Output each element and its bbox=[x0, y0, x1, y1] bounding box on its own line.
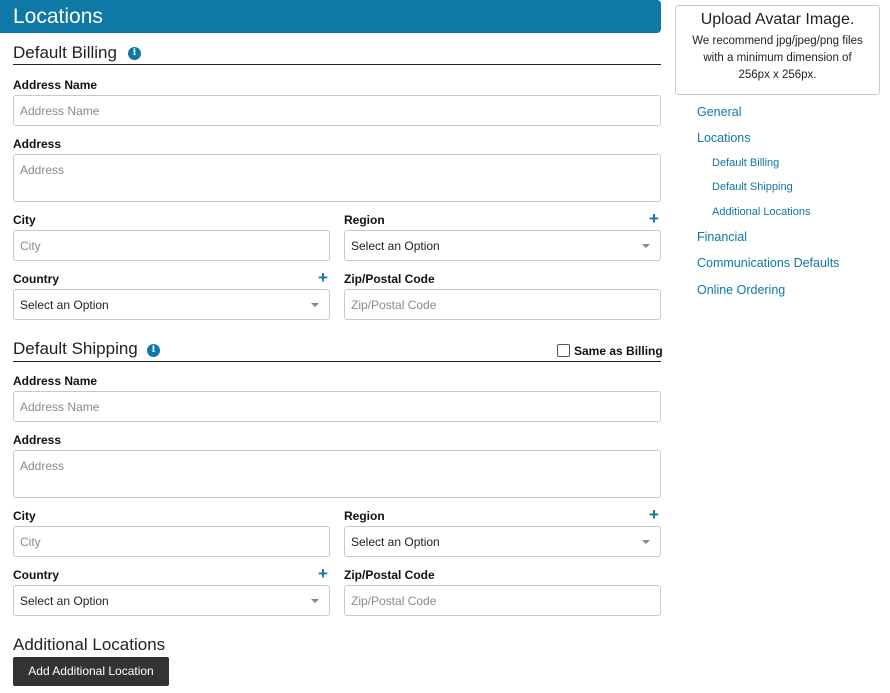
billing-address-name-input[interactable]: Address Name bbox=[13, 95, 661, 126]
shipping-city-placeholder: City bbox=[20, 535, 41, 549]
billing-address-name-placeholder: Address Name bbox=[20, 104, 100, 118]
same-as-billing-label[interactable]: Same as Billing bbox=[574, 344, 663, 358]
chevron-down-icon bbox=[311, 303, 319, 307]
nav-default-shipping[interactable]: Default Shipping bbox=[712, 181, 793, 194]
billing-zip-input[interactable]: Zip/Postal Code bbox=[344, 289, 661, 320]
shipping-country-value: Select an Option bbox=[20, 594, 109, 608]
shipping-zip-input[interactable]: Zip/Postal Code bbox=[344, 585, 661, 616]
nav-online-ordering[interactable]: Online Ordering bbox=[697, 283, 785, 298]
nav-default-billing[interactable]: Default Billing bbox=[712, 157, 779, 170]
shipping-zip-label: Zip/Postal Code bbox=[344, 568, 435, 582]
avatar-upload-description: We recommend jpg/jpeg/png files with a m… bbox=[692, 35, 863, 81]
nav-financial[interactable]: Financial bbox=[697, 230, 747, 245]
shipping-address-placeholder: Address bbox=[20, 459, 65, 473]
nav-general[interactable]: General bbox=[697, 105, 741, 120]
billing-region-label: Region bbox=[344, 213, 385, 227]
shipping-address-name-input[interactable]: Address Name bbox=[13, 391, 661, 422]
shipping-zip-placeholder: Zip/Postal Code bbox=[351, 594, 437, 608]
additional-locations-title: Additional Locations bbox=[13, 635, 166, 654]
add-country-plus-icon[interactable]: + bbox=[318, 269, 328, 286]
billing-section-title: Default Billing bbox=[13, 43, 117, 62]
add-additional-location-button[interactable]: Add Additional Location bbox=[13, 657, 169, 686]
nav-locations[interactable]: Locations bbox=[697, 131, 751, 146]
avatar-upload-dropzone[interactable]: Upload Avatar Image. We recommend jpg/jp… bbox=[675, 5, 880, 95]
info-icon[interactable]: i bbox=[147, 344, 160, 357]
add-region-plus-icon[interactable]: + bbox=[649, 210, 659, 227]
billing-address-label: Address bbox=[13, 137, 62, 151]
locations-banner: Locations bbox=[0, 0, 661, 33]
billing-country-label: Country bbox=[13, 272, 59, 286]
chevron-down-icon bbox=[311, 599, 319, 603]
billing-country-select[interactable]: Select an Option bbox=[13, 289, 330, 320]
same-as-billing-checkbox[interactable] bbox=[557, 344, 570, 357]
billing-zip-label: Zip/Postal Code bbox=[344, 272, 435, 286]
shipping-divider bbox=[13, 361, 661, 362]
info-icon[interactable]: i bbox=[128, 47, 141, 60]
shipping-city-input[interactable]: City bbox=[13, 526, 330, 557]
billing-address-name-label: Address Name bbox=[13, 78, 98, 92]
shipping-address-name-label: Address Name bbox=[13, 374, 98, 388]
billing-region-value: Select an Option bbox=[351, 239, 440, 253]
shipping-address-name-placeholder: Address Name bbox=[20, 400, 100, 414]
billing-region-select[interactable]: Select an Option bbox=[344, 230, 661, 261]
billing-address-placeholder: Address bbox=[20, 163, 65, 177]
shipping-country-label: Country bbox=[13, 568, 59, 582]
chevron-down-icon bbox=[642, 540, 650, 544]
shipping-address-label: Address bbox=[13, 433, 62, 447]
shipping-region-select[interactable]: Select an Option bbox=[344, 526, 661, 557]
page-title: Locations bbox=[13, 5, 103, 28]
billing-country-value: Select an Option bbox=[20, 298, 109, 312]
nav-additional-locations[interactable]: Additional Locations bbox=[712, 206, 810, 219]
billing-city-input[interactable]: City bbox=[13, 230, 330, 261]
add-region-plus-icon[interactable]: + bbox=[649, 506, 659, 523]
billing-zip-placeholder: Zip/Postal Code bbox=[351, 298, 437, 312]
billing-city-placeholder: City bbox=[20, 239, 41, 253]
billing-address-textarea[interactable]: Address bbox=[13, 154, 661, 202]
shipping-country-select[interactable]: Select an Option bbox=[13, 585, 330, 616]
billing-city-label: City bbox=[13, 213, 36, 227]
shipping-region-value: Select an Option bbox=[351, 535, 440, 549]
shipping-section-title: Default Shipping bbox=[13, 339, 138, 358]
billing-divider bbox=[13, 64, 661, 65]
chevron-down-icon bbox=[642, 244, 650, 248]
shipping-city-label: City bbox=[13, 509, 36, 523]
shipping-region-label: Region bbox=[344, 509, 385, 523]
nav-communications-defaults[interactable]: Communications Defaults bbox=[697, 256, 839, 271]
shipping-address-textarea[interactable]: Address bbox=[13, 450, 661, 498]
avatar-upload-title: Upload Avatar Image. bbox=[700, 11, 855, 28]
add-country-plus-icon[interactable]: + bbox=[318, 565, 328, 582]
